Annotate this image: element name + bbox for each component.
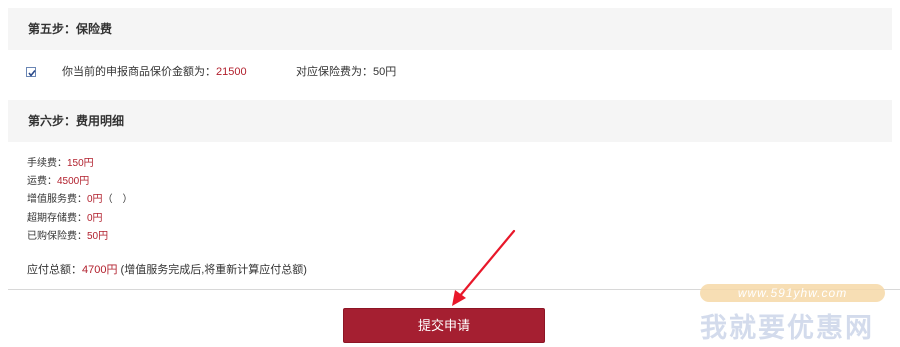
watermark-logo-text: 我就要优惠网	[700, 313, 874, 343]
watermark-url: www.591yhw.com	[700, 284, 885, 302]
